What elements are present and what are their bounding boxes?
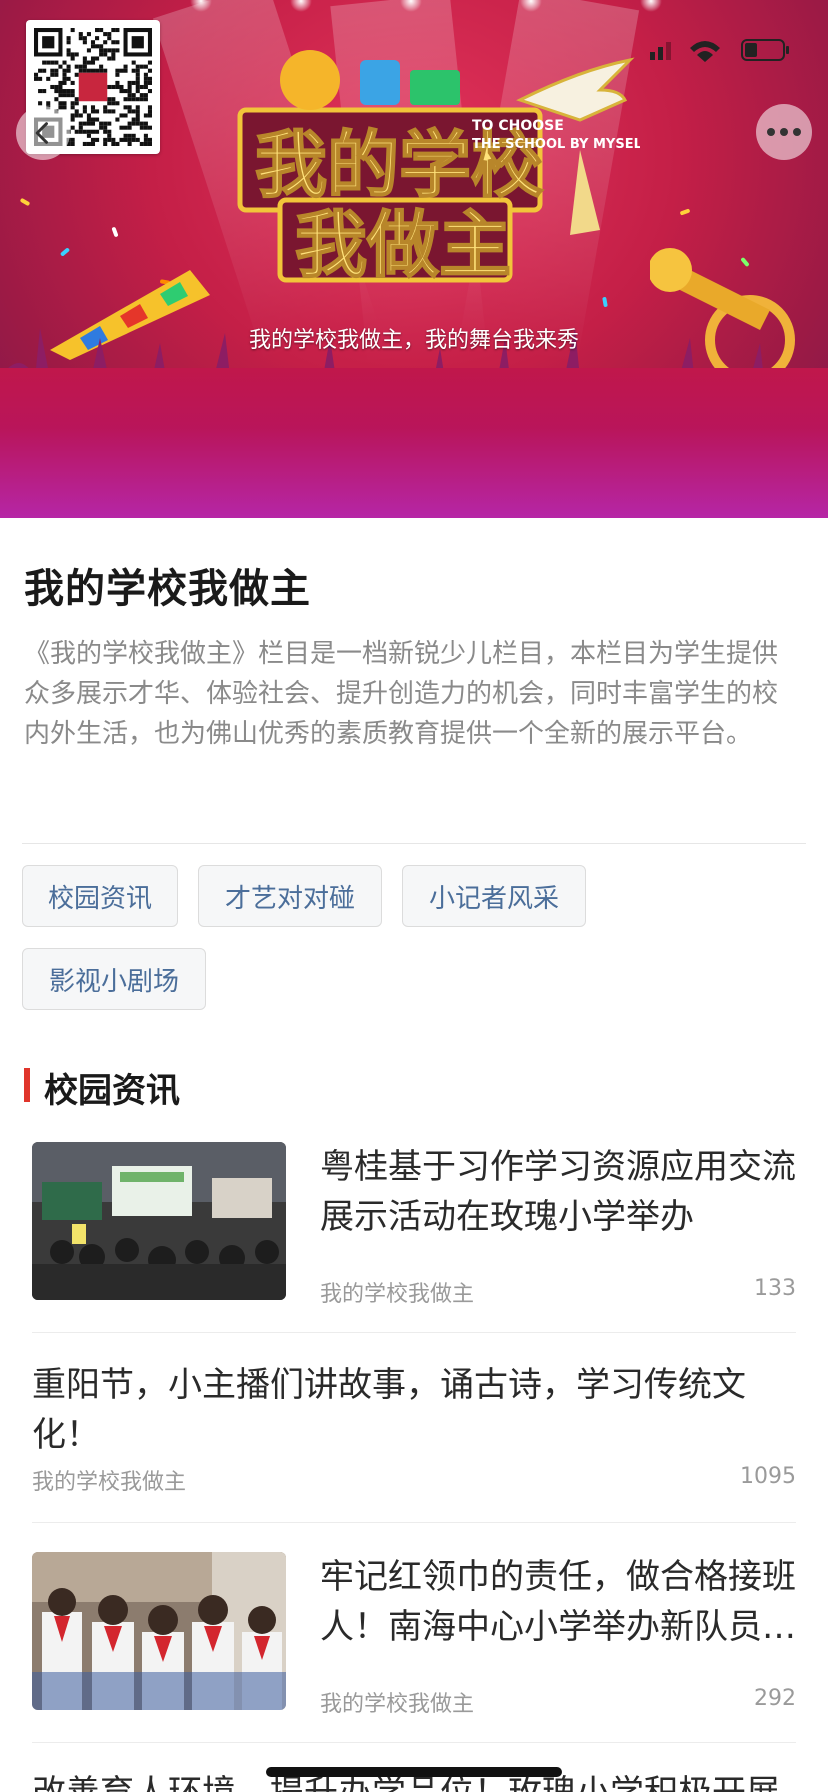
article-thumbnail xyxy=(32,1142,286,1300)
page-description: 《我的学校我做主》栏目是一档新锐少儿栏目，本栏目为学生提供众多展示才华、体验社会… xyxy=(24,639,779,749)
section-accent-bar xyxy=(24,1068,30,1102)
article-title[interactable]: 重阳节，小主播们讲故事，诵古诗，学习传统文化！ xyxy=(32,1360,796,1460)
article-item[interactable]: 牢记红领巾的责任，做合格接班人！南海中心小学举办新队员入队仪式 我的学校我做主 … xyxy=(32,1552,798,1717)
divider xyxy=(22,843,806,844)
svg-text:我做主: 我做主 xyxy=(295,202,511,287)
divider xyxy=(32,1522,796,1523)
svg-text:THE SCHOOL BY MYSELF: THE SCHOOL BY MYSELF xyxy=(472,137,640,152)
wifi-icon xyxy=(690,41,720,62)
divider xyxy=(32,1742,796,1743)
section-title: 校园资讯 xyxy=(44,1071,180,1111)
svg-text:TO CHOOSE: TO CHOOSE xyxy=(472,118,564,134)
article-source: 我的学校我做主 xyxy=(32,1470,187,1495)
article-title[interactable]: 粤桂基于习作学习资源应用交流展示活动在玫瑰小学举办 xyxy=(320,1142,798,1242)
article-source: 我的学校我做主 xyxy=(320,1692,475,1717)
back-button[interactable] xyxy=(16,106,70,160)
svg-text:我的学校: 我的学校 xyxy=(255,122,543,207)
tag-film-theater[interactable]: 影视小剧场 xyxy=(22,948,206,1010)
tag-campus-news[interactable]: 校园资讯 xyxy=(22,865,178,927)
article-thumbnail xyxy=(32,1552,286,1710)
tag-talent-showdown[interactable]: 才艺对对碰 xyxy=(198,865,382,927)
article-item[interactable]: 重阳节，小主播们讲故事，诵古诗，学习传统文化！ 我的学校我做主 1095 xyxy=(32,1360,796,1500)
article-item[interactable]: 粤桂基于习作学习资源应用交流展示活动在玫瑰小学举办 我的学校我做主 133 xyxy=(32,1142,798,1307)
article-view-count: 292 xyxy=(754,1686,796,1711)
divider xyxy=(32,1332,796,1333)
status-bar-icons xyxy=(650,39,789,62)
page-title: 我的学校我做主 xyxy=(24,566,311,612)
show-logo: 我的学校 我做主 TO CHOOSE THE SCHOOL BY MYSELF xyxy=(220,30,651,290)
more-dots-icon xyxy=(767,128,801,136)
stage-floor xyxy=(0,368,828,518)
header-banner: 我的学校 我做主 TO CHOOSE THE SCHOOL BY MYSELF … xyxy=(0,0,828,518)
home-indicator xyxy=(266,1767,562,1777)
tag-young-reporters[interactable]: 小记者风采 xyxy=(402,865,586,927)
banner-slogan: 我的学校我做主，我的舞台我来秀 xyxy=(248,328,579,353)
article-view-count: 1095 xyxy=(740,1464,796,1489)
article-title[interactable]: 牢记红领巾的责任，做合格接班人！南海中心小学举办新队员入队仪式 xyxy=(320,1552,798,1652)
more-options-button[interactable] xyxy=(756,104,812,160)
chevron-left-icon xyxy=(35,122,48,144)
article-view-count: 133 xyxy=(754,1276,796,1301)
article-source: 我的学校我做主 xyxy=(320,1282,475,1307)
signal-icon xyxy=(650,52,655,60)
